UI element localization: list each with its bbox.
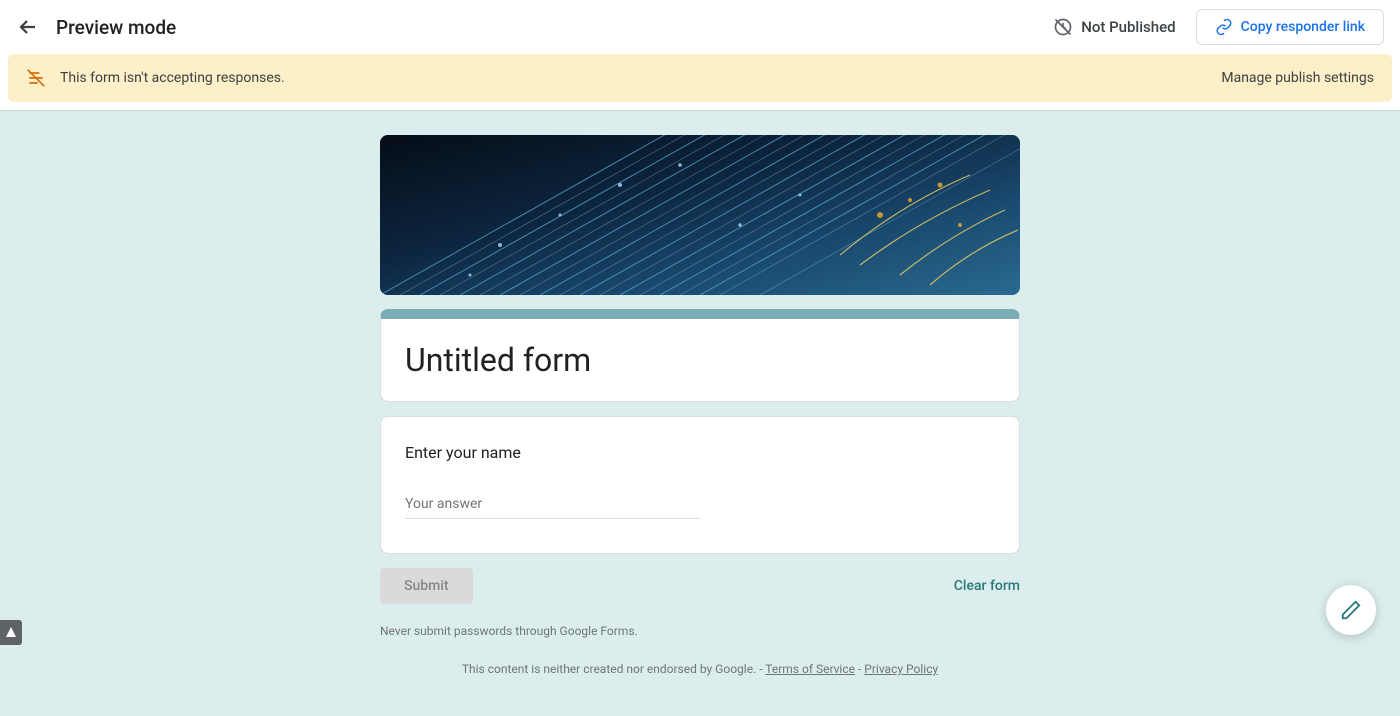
password-warning: Never submit passwords through Google Fo… <box>380 624 1020 638</box>
footer-disclaimer-prefix: This content is neither created nor endo… <box>462 662 765 676</box>
pencil-icon <box>1340 599 1362 621</box>
submit-button[interactable]: Submit <box>380 568 473 604</box>
top-bar-right: Not Published Copy responder link <box>1053 9 1384 45</box>
answer-input[interactable] <box>405 492 700 519</box>
not-published-icon <box>1053 17 1073 37</box>
link-icon <box>1215 18 1233 36</box>
page-body: Untitled form Enter your name Submit Cle… <box>0 110 1400 716</box>
footer-separator: - <box>855 662 864 676</box>
top-bar: Preview mode Not Published Copy responde… <box>0 0 1400 54</box>
edit-form-fab[interactable] <box>1326 585 1376 635</box>
clear-form-link[interactable]: Clear form <box>954 578 1020 594</box>
publish-status-label: Not Published <box>1081 18 1175 36</box>
form-header-image <box>380 135 1020 295</box>
form-actions: Submit Clear form <box>380 568 1020 604</box>
form-header-card: Untitled form <box>380 309 1020 402</box>
report-problem-tab[interactable] <box>0 620 22 645</box>
banner-message: This form isn't accepting responses. <box>60 70 285 86</box>
question-card: Enter your name <box>380 416 1020 554</box>
arrow-left-icon <box>16 15 40 39</box>
footer-note: This content is neither created nor endo… <box>380 662 1020 676</box>
publish-status: Not Published <box>1053 17 1175 37</box>
banner-left: This form isn't accepting responses. <box>26 68 285 88</box>
form-container: Untitled form Enter your name Submit Cle… <box>380 135 1020 676</box>
top-bar-left: Preview mode <box>16 15 176 39</box>
copy-responder-link-button[interactable]: Copy responder link <box>1196 9 1384 45</box>
terms-of-service-link[interactable]: Terms of Service <box>765 662 855 676</box>
privacy-policy-link[interactable]: Privacy Policy <box>864 662 938 676</box>
report-icon <box>5 626 17 638</box>
form-title: Untitled form <box>405 341 995 379</box>
question-label: Enter your name <box>405 443 995 462</box>
form-closed-icon <box>26 68 46 88</box>
page-title: Preview mode <box>56 16 176 39</box>
manage-publish-settings-link[interactable]: Manage publish settings <box>1221 70 1374 86</box>
copy-link-label: Copy responder link <box>1241 19 1365 35</box>
warning-banner: This form isn't accepting responses. Man… <box>8 54 1392 102</box>
back-arrow-button[interactable] <box>16 15 40 39</box>
